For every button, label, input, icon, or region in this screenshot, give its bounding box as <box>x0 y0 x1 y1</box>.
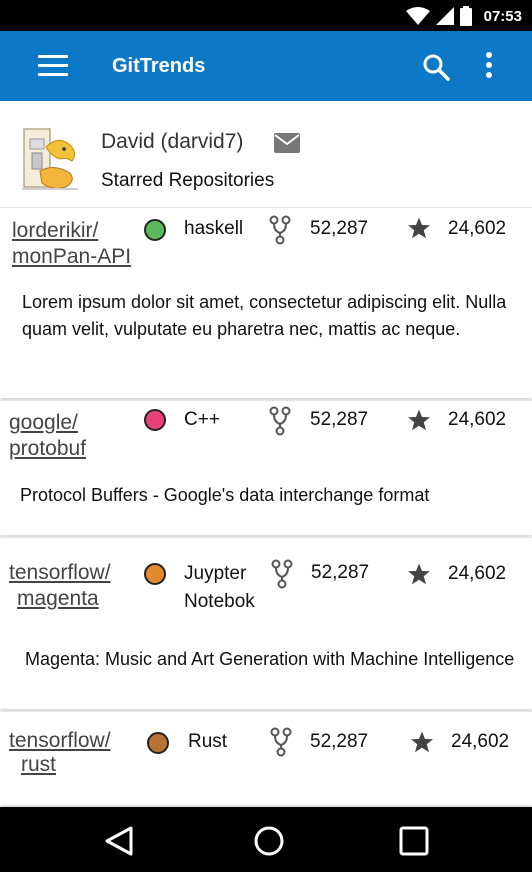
repo-link[interactable]: tensorflow/ rust <box>9 729 111 777</box>
star-count: 24,602 <box>451 731 510 752</box>
fork-icon <box>270 727 292 757</box>
fork-icon <box>269 215 291 245</box>
language-label: C++ <box>184 409 220 430</box>
menu-icon[interactable] <box>38 54 68 78</box>
star-icon <box>408 409 430 431</box>
star-count: 24,602 <box>448 563 507 584</box>
language-label: Rust <box>188 731 228 752</box>
search-icon[interactable] <box>422 53 450 81</box>
profile-header: David (darvid7) Starred Repositories <box>0 101 532 207</box>
back-icon[interactable] <box>103 825 135 857</box>
repo-card[interactable]: tensorflow/ rust Rust 52,287 24,602 <box>0 711 532 805</box>
battery-icon <box>459 6 472 26</box>
cell-signal-icon <box>435 7 454 25</box>
star-count: 24,602 <box>448 218 507 239</box>
repo-link[interactable]: lorderikir/ monPan-API <box>12 218 131 270</box>
mail-icon[interactable] <box>274 133 300 153</box>
language-dot <box>147 732 169 754</box>
repo-owner: google/ <box>9 411 78 434</box>
fork-count: 52,287 <box>310 409 369 430</box>
repo-card[interactable]: lorderikir/ monPan-API haskell 52,287 24… <box>0 207 532 398</box>
repo-description: Magenta: Music and Art Generation with M… <box>25 649 515 669</box>
repo-link[interactable]: tensorflow/ magenta <box>9 560 111 612</box>
language-dot <box>144 219 166 241</box>
fork-count: 52,287 <box>311 562 370 583</box>
star-count: 24,602 <box>448 409 507 430</box>
repo-description: Lorem ipsum dolor sit amet, consectetur … <box>22 292 507 339</box>
fork-icon <box>269 406 291 436</box>
repo-link[interactable]: google/ protobuf <box>9 410 86 462</box>
repo-card[interactable]: google/ protobuf C++ 52,287 24,602 Proto… <box>0 400 532 535</box>
status-bar: 07:53 <box>0 0 532 31</box>
star-icon <box>408 217 430 239</box>
profile-name: David (darvid7) <box>101 130 244 153</box>
profile-subtitle: Starred Repositories <box>101 170 275 191</box>
language-dot <box>144 563 166 585</box>
language-label-line: Notebok <box>184 591 255 612</box>
language-label: haskell <box>184 218 244 239</box>
repo-name: monPan-API <box>12 245 132 268</box>
repo-name: magenta <box>17 587 99 610</box>
repo-owner: tensorflow/ <box>9 561 111 584</box>
more-vert-icon[interactable] <box>480 51 498 81</box>
repo-owner: tensorflow/ <box>9 729 111 752</box>
fork-icon <box>271 559 293 589</box>
app-bar: GitTrends <box>0 31 532 101</box>
fork-count: 52,287 <box>310 731 369 752</box>
repo-name: protobuf <box>9 437 87 460</box>
status-icons: 07:53 <box>405 5 522 27</box>
repo-owner: lorderikir/ <box>12 219 99 242</box>
wifi-icon <box>405 7 430 25</box>
home-icon[interactable] <box>253 825 285 857</box>
repo-description: Protocol Buffers - Google's data interch… <box>20 485 430 505</box>
avatar <box>22 128 78 190</box>
star-icon <box>408 563 430 585</box>
nav-bar <box>0 807 532 872</box>
status-time: 07:53 <box>483 7 522 25</box>
app-title: GitTrends <box>112 55 206 77</box>
language-dot <box>144 409 166 431</box>
repo-card[interactable]: tensorflow/ magenta Juypter Notebok 52,2… <box>0 537 532 709</box>
language-label: Juypter Notebok <box>184 560 255 616</box>
language-label-line: Juypter <box>184 563 247 584</box>
fork-count: 52,287 <box>310 218 369 239</box>
recents-icon[interactable] <box>398 825 430 857</box>
repo-name: rust <box>21 753 57 776</box>
star-icon <box>411 731 433 753</box>
